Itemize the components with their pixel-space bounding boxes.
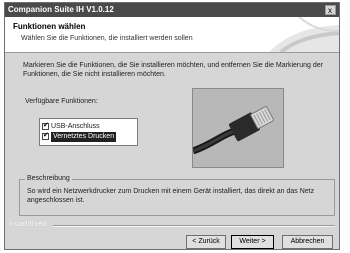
instruction-text: Markieren Sie die Funktionen, die Sie in… [23, 62, 324, 78]
feature-tree[interactable]: ✔ USB-Anschluss ✔ Vernetztes Drucken [39, 118, 138, 146]
feature-item-usb[interactable]: ✔ USB-Anschluss [42, 122, 136, 132]
features-label: Verfügbare Funktionen: [25, 98, 98, 105]
feature-checkbox-network-printing[interactable]: ✔ [42, 132, 49, 140]
check-icon: ✔ [43, 132, 49, 139]
close-button[interactable]: x [325, 5, 336, 15]
close-icon[interactable]: x [328, 6, 332, 15]
installshield-brand: InstallShield [9, 221, 47, 228]
installer-window: Companion Suite IH V1.0.12 x Funktionen … [4, 2, 340, 250]
next-button[interactable]: Weiter > [231, 235, 274, 249]
back-button[interactable]: < Zurück [186, 235, 226, 249]
window-title: Companion Suite IH V1.0.12 [8, 5, 114, 14]
feature-item-network-printing[interactable]: ✔ Vernetztes Drucken [42, 132, 136, 142]
feature-checkbox-usb[interactable]: ✔ [42, 122, 49, 130]
cancel-button[interactable]: Abbrechen [282, 235, 333, 249]
title-bar[interactable]: Companion Suite IH V1.0.12 x [5, 3, 339, 17]
feature-label-network-printing[interactable]: Vernetztes Drucken [51, 132, 117, 142]
page-title: Funktionen wählen [13, 22, 86, 31]
description-text: So wird ein Netzwerkdrucker zum Drucken … [27, 188, 315, 204]
page-subtitle: Wählen Sie die Funktionen, die installie… [21, 35, 193, 42]
description-title: Beschreibung [25, 175, 72, 182]
swoosh-graphic-icon [269, 17, 339, 52]
feature-label-usb[interactable]: USB-Anschluss [51, 122, 100, 132]
check-icon: ✔ [43, 122, 49, 129]
header-panel: Funktionen wählen Wählen Sie die Funktio… [5, 17, 339, 53]
footer-divider [53, 225, 335, 227]
network-cable-icon [192, 88, 284, 168]
